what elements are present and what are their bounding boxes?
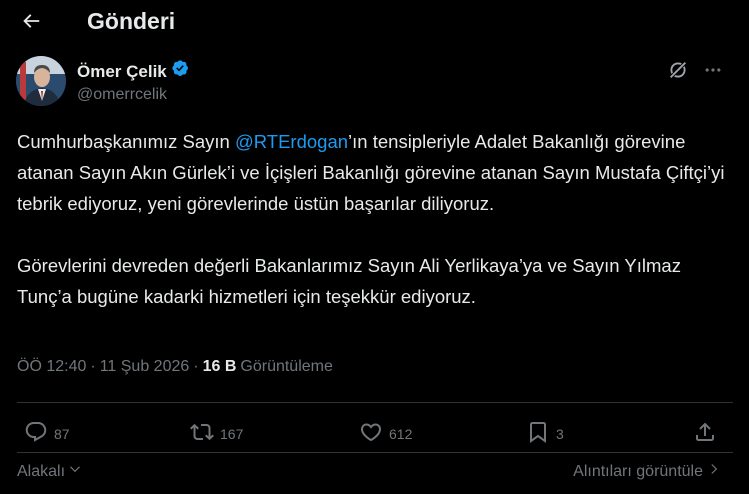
heart-icon xyxy=(359,420,383,447)
meta-separator: · xyxy=(90,358,96,375)
tweet-paragraph-1: Cumhurbaşkanımız Sayın @RTErdogan’ın ten… xyxy=(17,131,725,214)
repost-icon xyxy=(190,420,214,447)
like-count: 612 xyxy=(389,425,413,442)
sort-label: Alakalı xyxy=(17,462,66,480)
avatar[interactable] xyxy=(16,56,66,106)
mention-link[interactable]: @RTErdogan xyxy=(235,131,348,152)
bookmark-icon xyxy=(526,420,550,447)
chevron-right-icon xyxy=(707,462,721,481)
divider xyxy=(17,402,733,403)
share-icon xyxy=(693,420,717,447)
page-title: Gönderi xyxy=(87,8,176,34)
views-label: Görüntüleme xyxy=(240,358,333,375)
tweet-meta: ÖÖ 12:40 · 11 Şub 2026 · 16 B Görüntülem… xyxy=(17,358,333,376)
reply-icon xyxy=(24,420,48,447)
tweet-text: Cumhurbaşkanımız Sayın @RTErdogan’ın ten… xyxy=(17,126,737,312)
like-button[interactable]: 612 xyxy=(359,420,412,447)
author-name[interactable]: Ömer Çelik xyxy=(77,62,167,82)
back-button[interactable] xyxy=(14,6,48,40)
views-count: 16 B xyxy=(202,358,237,375)
quotes-label: Alıntıları görüntüle xyxy=(573,462,703,480)
grok-icon xyxy=(667,59,689,86)
meta-separator: · xyxy=(193,358,199,375)
author-handle[interactable]: @omerrcelik xyxy=(77,86,167,104)
repost-count: 167 xyxy=(220,425,244,442)
repost-button[interactable]: 167 xyxy=(190,420,243,447)
reply-count: 87 xyxy=(54,425,70,442)
author-name-row: Ömer Çelik xyxy=(77,59,191,84)
verified-badge-icon xyxy=(171,59,191,84)
bookmark-count: 3 xyxy=(556,425,564,442)
sort-replies-button[interactable]: Alakalı xyxy=(17,462,82,481)
divider xyxy=(17,452,733,453)
view-quotes-link[interactable]: Alıntıları görüntüle xyxy=(573,462,721,481)
action-bar: 87 167 612 3 xyxy=(0,418,749,452)
more-options-button[interactable] xyxy=(700,60,726,84)
bookmark-button[interactable]: 3 xyxy=(526,420,564,447)
more-dots-icon xyxy=(703,60,723,85)
top-bar: Gönderi xyxy=(0,0,749,44)
replies-toolbar: Alakalı Alıntıları görüntüle xyxy=(0,460,749,488)
arrow-left-icon xyxy=(20,10,42,37)
reply-button[interactable]: 87 xyxy=(24,420,70,447)
grok-button[interactable] xyxy=(666,59,690,86)
chevron-down-icon xyxy=(68,462,82,481)
post-date[interactable]: 11 Şub 2026 xyxy=(100,358,190,376)
tweet-paragraph-2: Görevlerini devreden değerli Bakanlarımı… xyxy=(17,255,681,307)
share-button[interactable] xyxy=(693,420,717,447)
post-time[interactable]: ÖÖ 12:40 xyxy=(17,358,86,376)
